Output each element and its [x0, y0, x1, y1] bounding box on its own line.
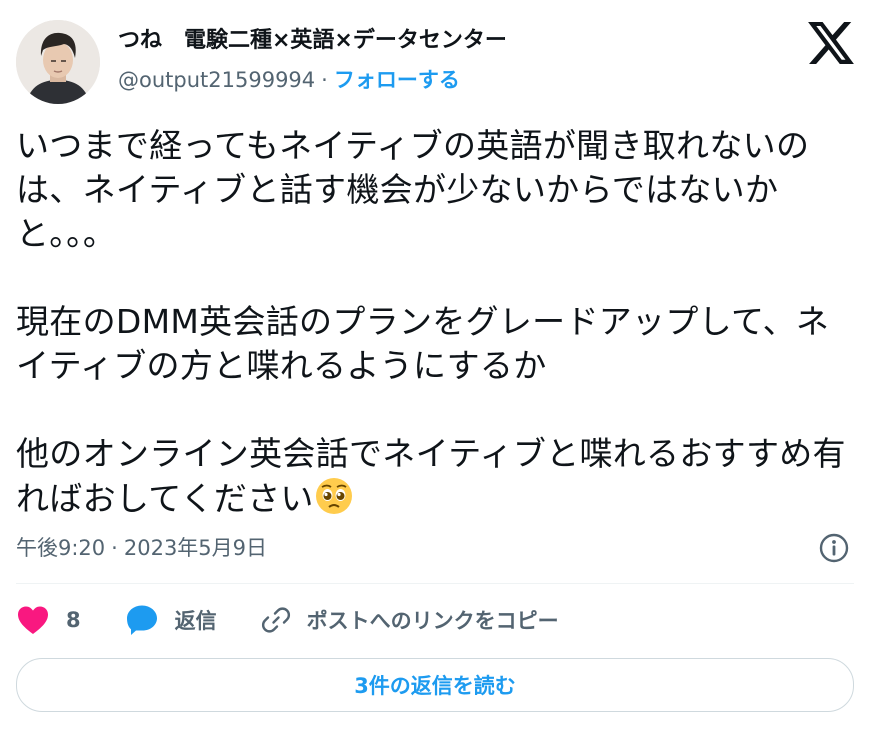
copy-link-button[interactable]: ポストへのリンクをコピー	[261, 605, 559, 635]
separator-dot: ·	[111, 536, 118, 560]
info-icon[interactable]	[818, 532, 850, 564]
author-handle[interactable]: @output21599994	[118, 68, 315, 92]
copy-link-label: ポストへのリンクをコピー	[306, 609, 559, 633]
author-handle-row: @output21599994 · フォローする	[118, 64, 460, 94]
tweet-text: いつまで経ってもネイティブの英語が聞き取れないのは、ネイティブと話す機会が少ない…	[16, 124, 861, 521]
author-display-name[interactable]: つね 電験二種×英語×データセンター	[118, 22, 507, 54]
link-icon	[261, 607, 290, 633]
pleading-face-emoji-icon	[315, 478, 352, 514]
avatar-illustration	[16, 20, 100, 104]
read-replies-button[interactable]: 3件の返信を読む	[16, 658, 854, 712]
like-count: 8	[66, 608, 81, 632]
divider	[16, 583, 854, 584]
avatar[interactable]	[16, 20, 100, 104]
tweet-body: いつまで経ってもネイティブの英語が聞き取れないのは、ネイティブと話す機会が少ない…	[16, 126, 846, 518]
reply-button[interactable]: 返信	[125, 604, 217, 636]
heart-icon	[18, 606, 48, 634]
x-logo-icon[interactable]	[808, 22, 854, 64]
like-button[interactable]: 8	[16, 605, 81, 635]
action-bar: 8 返信 ポストへのリンクをコピー	[16, 598, 603, 642]
separator-dot: ·	[321, 68, 328, 92]
tweet-timestamp[interactable]: 午後9:20 · 2023年5月9日	[16, 532, 267, 562]
read-replies-label: 3件の返信を読む	[354, 674, 516, 698]
follow-button[interactable]: フォローする	[334, 68, 460, 92]
reply-label: 返信	[174, 609, 217, 633]
reply-bubble-icon	[126, 605, 157, 635]
tweet-time: 午後9:20	[16, 536, 106, 560]
tweet-date: 2023年5月9日	[123, 536, 268, 560]
